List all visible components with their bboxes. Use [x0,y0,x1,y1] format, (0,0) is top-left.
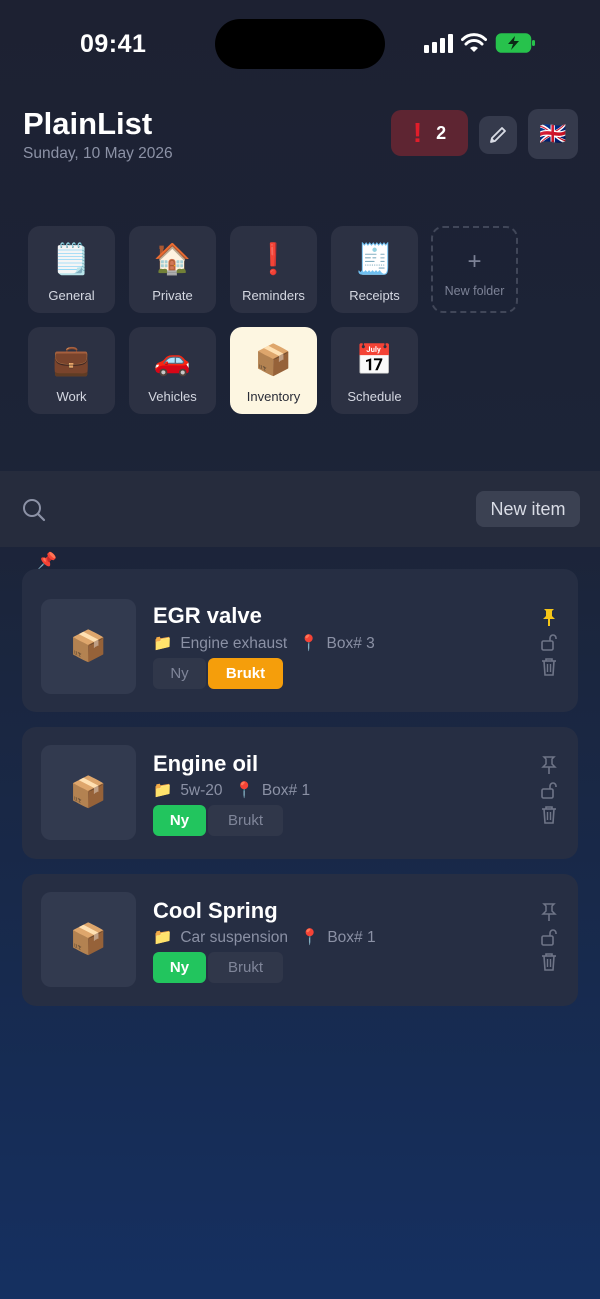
folder-icon: 📁 [153,782,173,799]
calendar-icon: 📅 [355,344,394,377]
item-folder: 5w-20 [180,781,223,799]
location-pin-icon: 📍 [300,929,320,946]
edit-button[interactable] [479,116,517,154]
house-icon: 🏠 [153,243,192,276]
item-meta: 📁 Car suspension 📍 Box# 1 [153,928,376,947]
trash-icon[interactable] [540,952,558,972]
folder-icon: 📁 [153,635,173,652]
trash-icon[interactable] [540,657,558,677]
search-input[interactable] [60,491,460,527]
language-button[interactable]: 🇬🇧 [528,109,578,159]
tag-used-button[interactable]: Brukt [208,952,283,983]
item-actions [540,902,558,972]
item-location: Box# 3 [326,634,375,652]
pinned-section-marker-icon: 📌 [37,553,57,570]
item-name: Engine oil [153,751,259,776]
tag-used-button[interactable]: Brukt [208,805,283,836]
dynamic-island [215,19,385,69]
folder-label: Private [152,288,193,303]
item-thumbnail: 📦 [41,599,136,694]
folder-general[interactable]: 🗒️ General [28,226,115,313]
folder-label: Work [56,389,87,404]
item-actions [540,607,558,677]
status-time: 09:41 [80,30,147,58]
folder-work[interactable]: 💼 Work [28,327,115,414]
folder-inventory[interactable]: 📦 Inventory [230,327,317,414]
briefcase-icon: 💼 [52,344,91,377]
package-icon: 📦 [69,630,108,663]
car-icon: 🚗 [153,344,192,377]
alert-count: 2 [436,122,447,143]
package-icon: 📦 [69,776,108,809]
item-name: EGR valve [153,603,262,628]
new-folder-label: New folder [444,284,505,298]
reminders-alert-button[interactable]: ! 2 [391,110,468,156]
search-bar: New item [0,471,600,547]
new-item-button[interactable]: New item [476,491,580,527]
item-card[interactable]: 📦 Cool Spring 📁 Car suspension 📍 Box# 1 Ny… [22,874,578,1006]
condition-toggle: Ny Brukt [153,658,283,689]
folder-label: Schedule [347,389,402,404]
battery-charging-icon [495,33,535,53]
folder-reminders[interactable]: ❗ Reminders [230,226,317,313]
item-thumbnail: 📦 [41,745,136,840]
folder-label: Reminders [242,288,305,303]
folder-label: Receipts [349,288,400,303]
item-card[interactable]: 📦 EGR valve 📁 Engine exhaust 📍 Box# 3 Ny B… [22,569,578,712]
trash-icon[interactable] [540,805,558,825]
item-meta: 📁 5w-20 📍 Box# 1 [153,781,310,800]
item-folder: Car suspension [180,928,289,946]
current-date: Sunday, 10 May 2026 [23,145,173,162]
condition-toggle: Ny Brukt [153,805,283,836]
receipt-icon: 🧾 [355,243,394,276]
unlock-icon[interactable] [540,633,558,651]
plus-icon: + [467,248,482,275]
folder-schedule[interactable]: 📅 Schedule [331,327,418,414]
item-folder: Engine exhaust [180,634,288,652]
item-thumbnail: 📦 [41,892,136,987]
folder-private[interactable]: 🏠 Private [129,226,216,313]
new-folder-button[interactable]: + New folder [431,226,518,313]
tag-new-button[interactable]: Ny [153,658,206,689]
unlock-icon[interactable] [540,928,558,946]
tag-new-button[interactable]: Ny [153,805,206,836]
status-icons [424,32,537,54]
uk-flag-icon: 🇬🇧 [539,121,567,146]
item-name: Cool Spring [153,898,278,923]
tag-used-button[interactable]: Brukt [208,658,283,689]
item-meta: 📁 Engine exhaust 📍 Box# 3 [153,634,375,653]
pin-outline-icon[interactable] [540,902,558,922]
cellular-signal-icon [424,33,453,53]
search-icon [23,499,46,522]
notepad-icon: 🗒️ [52,243,91,276]
location-pin-icon: 📍 [299,635,319,652]
folder-label: Inventory [246,389,301,404]
folder-icon: 📁 [153,929,173,946]
location-pin-icon: 📍 [234,782,254,799]
tag-new-button[interactable]: Ny [153,952,206,983]
item-actions [540,755,558,825]
folder-receipts[interactable]: 🧾 Receipts [331,226,418,313]
package-icon: 📦 [69,923,108,956]
condition-toggle: Ny Brukt [153,952,283,983]
folder-label: General [48,288,95,303]
folder-label: Vehicles [148,389,197,404]
package-icon: 📦 [254,344,293,377]
exclamation-icon: ! [412,117,423,148]
item-card[interactable]: 📦 Engine oil 📁 5w-20 📍 Box# 1 Ny Brukt [22,727,578,859]
pin-outline-icon[interactable] [540,755,558,775]
wifi-icon [461,33,487,52]
item-location: Box# 1 [327,928,376,946]
item-location: Box# 1 [261,781,311,799]
pencil-icon [490,127,506,143]
unlock-icon[interactable] [540,781,558,799]
folder-vehicles[interactable]: 🚗 Vehicles [129,327,216,414]
exclamation-icon: ❗ [254,243,293,276]
app-title: PlainList [23,106,153,141]
pin-icon[interactable] [540,607,558,627]
